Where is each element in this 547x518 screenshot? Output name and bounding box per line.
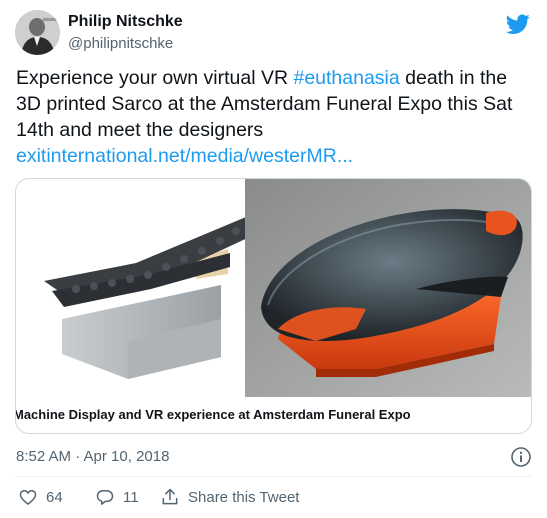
card-title[interactable]: Machine Display and VR experience at Ams…	[16, 407, 531, 427]
reply-count: 11	[123, 488, 139, 506]
reply-button[interactable]: 11	[95, 486, 139, 508]
like-count: 64	[46, 488, 63, 506]
divider	[15, 476, 532, 477]
share-button[interactable]: Share this Tweet	[160, 486, 299, 508]
author-name[interactable]: Philip Nitschke	[68, 13, 183, 31]
tweet-url-link[interactable]: exitinternational.net/media/westerMR...	[16, 145, 353, 167]
card-image	[16, 179, 531, 397]
share-upload-icon	[162, 488, 178, 505]
tweet-timestamp[interactable]: 8:52 AM · Apr 10, 2018	[16, 448, 169, 465]
hashtag-link[interactable]: #euthanasia	[293, 67, 399, 89]
reply-bubble-icon	[96, 490, 114, 505]
tweet-text-part1: Experience your own virtual VR	[16, 67, 294, 89]
tweet: Philip Nitschke @philipnitschke Experien…	[0, 0, 547, 518]
tweet-text: Experience your own virtual VR #euthanas…	[16, 65, 536, 169]
like-button[interactable]: 64	[18, 486, 63, 508]
share-label: Share this Tweet	[188, 488, 300, 506]
author-handle[interactable]: @philipnitschke	[68, 35, 173, 52]
twitter-bird-icon[interactable]	[506, 12, 530, 36]
info-icon[interactable]	[510, 446, 532, 468]
avatar[interactable]	[15, 10, 60, 55]
heart-icon	[19, 489, 37, 506]
link-card[interactable]: Machine Display and VR experience at Ams…	[15, 178, 532, 434]
